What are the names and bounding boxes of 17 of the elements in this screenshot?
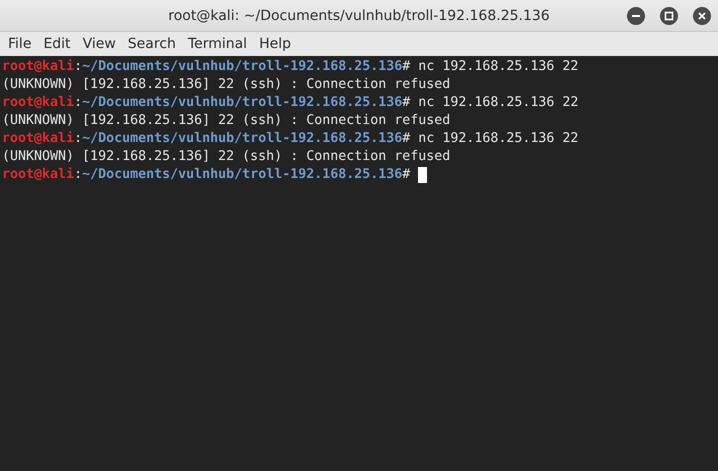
menu-item[interactable]: Help (253, 36, 297, 52)
menu-item[interactable]: Edit (37, 36, 77, 52)
close-icon[interactable] (692, 6, 712, 26)
output-line: (UNKNOWN) [192.168.25.136] 22 (ssh) : Connection refused (2, 148, 450, 166)
maximize-icon[interactable] (659, 6, 679, 26)
menu-item[interactable]: File (2, 36, 38, 52)
menu-item[interactable]: Search (122, 36, 182, 52)
window-title: root@kali: ~/Documents/vulnhub/troll-192.168.25.136 (168, 8, 550, 24)
menu-item[interactable]: Terminal (182, 36, 254, 52)
prompt-line: root@kali:~/Documents/vulnhub/troll-192.168.25.136# (2, 166, 412, 184)
minimize-icon[interactable] (626, 6, 646, 26)
menu-item[interactable]: View (76, 36, 122, 52)
output-line: (UNKNOWN) [192.168.25.136] 22 (ssh) : Connection refused (2, 112, 450, 130)
prompt-line: root@kali:~/Documents/vulnhub/troll-192.168.25.136# nc 192.168.25.136 22 (2, 130, 578, 148)
prompt-line: root@kali:~/Documents/vulnhub/troll-192.168.25.136# nc 192.168.25.136 22 (2, 58, 578, 76)
prompt-line: root@kali:~/Documents/vulnhub/troll-192.168.25.136# nc 192.168.25.136 22 (2, 94, 578, 112)
output-line: (UNKNOWN) [192.168.25.136] 22 (ssh) : Connection refused (2, 76, 450, 94)
